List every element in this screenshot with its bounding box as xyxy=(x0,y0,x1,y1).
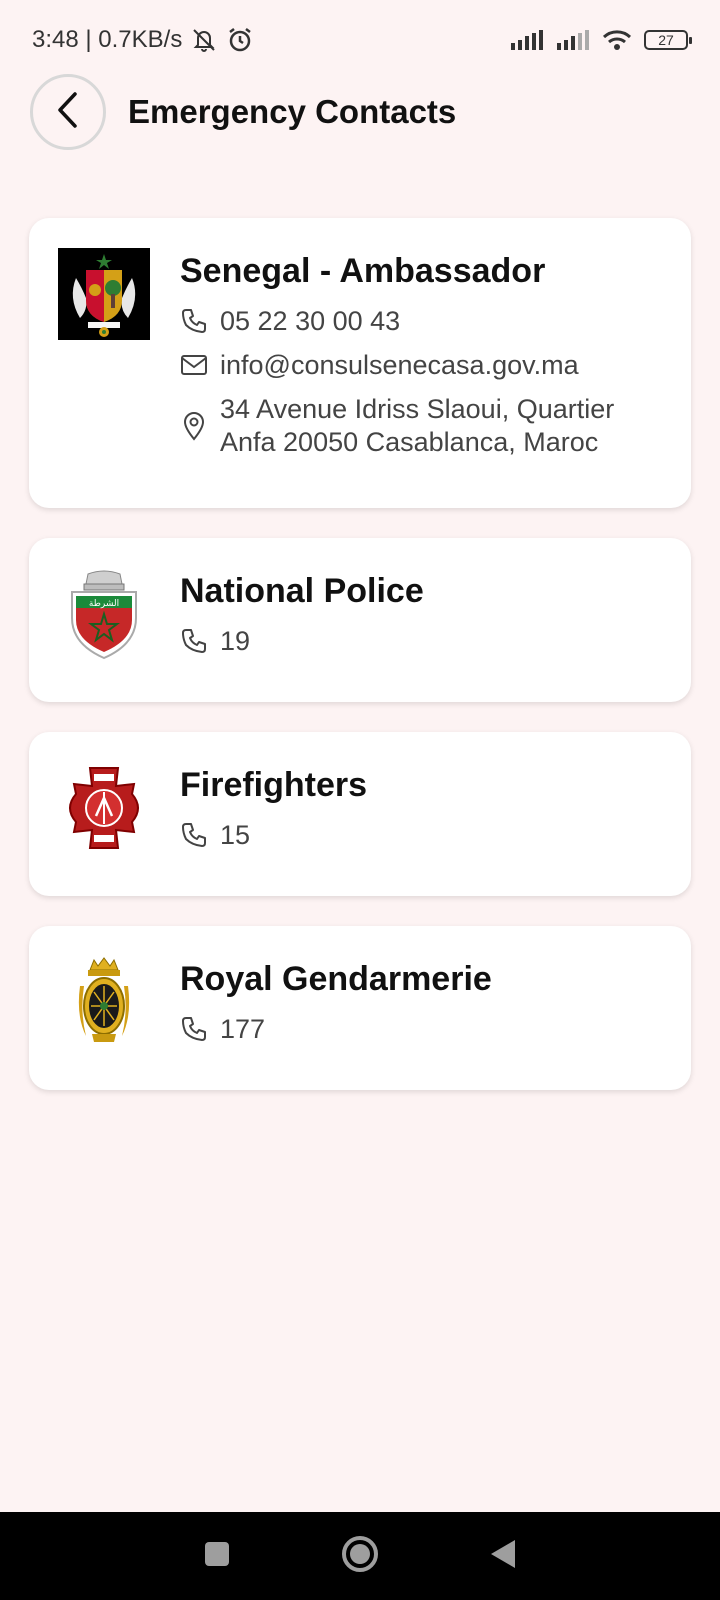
phone-row[interactable]: 177 xyxy=(180,1013,691,1045)
status-right: 27 xyxy=(510,29,692,51)
phone-number: 177 xyxy=(220,1014,266,1044)
contact-card-gendarmerie[interactable]: Royal Gendarmerie 177 xyxy=(29,926,691,1090)
phone-number: 05 22 30 00 43 xyxy=(220,306,401,336)
phone-row[interactable]: 19 xyxy=(180,625,691,657)
system-nav-bar xyxy=(0,1512,720,1600)
square-icon xyxy=(203,1540,231,1573)
senegal-coat-of-arms-icon xyxy=(58,248,150,340)
chevron-left-icon xyxy=(51,91,85,134)
card-body: Firefighters 15 xyxy=(180,732,691,896)
phone-icon xyxy=(180,821,208,849)
triangle-back-icon xyxy=(489,1538,517,1575)
status-time-speed: 3:48 | 0.7KB/s xyxy=(32,26,183,53)
svg-text:الشرطة: الشرطة xyxy=(89,599,119,609)
battery-icon: 27 xyxy=(644,30,692,50)
phone-icon xyxy=(180,627,208,655)
status-bar: 3:48 | 0.7KB/s 27 xyxy=(0,0,720,80)
contact-name: National Police xyxy=(180,572,424,610)
contact-card-police[interactable]: الشرطة National Police 19 xyxy=(29,538,691,702)
card-body: Senegal - Ambassador 05 22 30 00 43 info… xyxy=(180,218,691,508)
mail-icon xyxy=(180,354,208,376)
contact-name: Firefighters xyxy=(180,766,368,804)
address-row[interactable]: 34 Avenue Idriss Slaoui, Quartier Anfa 2… xyxy=(180,393,691,459)
contact-name: Royal Gendarmerie xyxy=(180,960,492,998)
phone-row[interactable]: 15 xyxy=(180,819,691,851)
back-nav-button[interactable] xyxy=(489,1538,517,1575)
signal-icon-2 xyxy=(556,29,590,51)
card-body: Royal Gendarmerie 177 xyxy=(180,926,691,1090)
alarm-icon xyxy=(226,26,254,54)
address-line-2: Anfa 20050 Casablanca, Maroc xyxy=(220,427,599,457)
circle-icon xyxy=(341,1535,379,1578)
contact-card-firefighters[interactable]: Firefighters 15 xyxy=(29,732,691,896)
address-line-1: 34 Avenue Idriss Slaoui, Quartier xyxy=(220,394,615,424)
recents-button[interactable] xyxy=(203,1540,231,1573)
bell-muted-icon xyxy=(190,26,218,54)
phone-row[interactable]: 05 22 30 00 43 xyxy=(180,305,691,337)
wifi-icon xyxy=(602,29,632,51)
contact-name: Senegal - Ambassador xyxy=(180,252,546,290)
home-button[interactable] xyxy=(341,1535,379,1578)
card-body: National Police 19 xyxy=(180,538,691,702)
phone-icon xyxy=(180,307,208,335)
fire-department-cross-icon xyxy=(58,762,150,854)
status-left: 3:48 | 0.7KB/s xyxy=(32,26,254,54)
header: Emergency Contacts xyxy=(30,74,456,150)
signal-icon xyxy=(510,29,544,51)
battery-level: 27 xyxy=(658,32,674,48)
back-button[interactable] xyxy=(30,74,106,150)
email-address: info@consulsenecasa.gov.ma xyxy=(220,350,579,380)
address-text: 34 Avenue Idriss Slaoui, Quartier Anfa 2… xyxy=(220,393,614,459)
page-title: Emergency Contacts xyxy=(128,93,457,130)
police-badge-icon: الشرطة xyxy=(58,568,150,660)
phone-icon xyxy=(180,1015,208,1043)
email-row[interactable]: info@consulsenecasa.gov.ma xyxy=(180,349,691,381)
location-pin-icon xyxy=(180,411,208,441)
phone-number: 15 xyxy=(220,820,251,850)
gendarmerie-emblem-icon xyxy=(58,956,150,1048)
screen: 3:48 | 0.7KB/s 27 Emergency Contacts Sen… xyxy=(0,0,720,1600)
phone-number: 19 xyxy=(220,626,251,656)
contact-card-senegal[interactable]: Senegal - Ambassador 05 22 30 00 43 info… xyxy=(29,218,691,508)
